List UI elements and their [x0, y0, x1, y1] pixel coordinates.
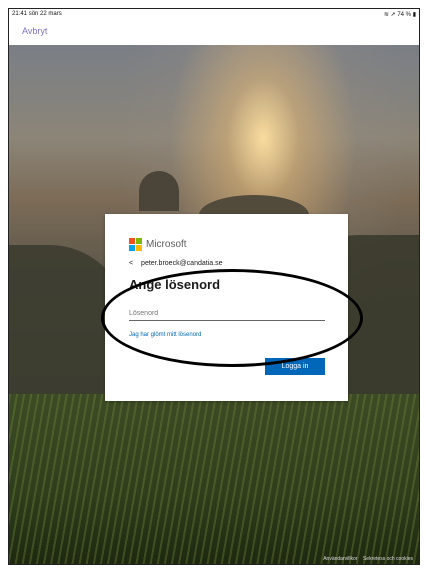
- back-arrow-icon[interactable]: <: [129, 260, 133, 267]
- wifi-icon: ≋: [383, 12, 389, 18]
- battery-icon: ▮: [412, 12, 416, 18]
- page-title: Ange lösenord: [129, 277, 221, 292]
- signin-button[interactable]: Logga in: [265, 358, 325, 375]
- status-time: 21:41: [12, 11, 28, 17]
- location-icon: ➚: [390, 12, 396, 18]
- sugarloaf-mountain: [139, 171, 179, 211]
- footer-link-terms[interactable]: Användarvillkor: [323, 556, 357, 562]
- microsoft-logo-icon: [129, 238, 142, 251]
- cancel-button[interactable]: Avbryt: [22, 26, 47, 36]
- screenshot-frame: 21:41 sön 22 mars ≋ ➚ 74 % ▮ Avbryt Anvä…: [8, 8, 420, 565]
- password-input[interactable]: [129, 306, 325, 321]
- account-email: peter.broeck@candatia.se: [141, 260, 223, 267]
- battery-percent: 74 %: [397, 12, 412, 18]
- signin-dialog: Microsoft < peter.broeck@candatia.se Ang…: [105, 214, 348, 401]
- brand-name: Microsoft: [146, 239, 187, 250]
- status-bar: 21:41 sön 22 mars ≋ ➚ 74 % ▮: [9, 9, 419, 21]
- forgot-password-link[interactable]: Jag har glömt mitt lösenord: [129, 332, 201, 338]
- nav-bar: Avbryt: [9, 21, 419, 45]
- grass-foreground: [9, 394, 419, 564]
- footer-link-privacy[interactable]: Sekretess och cookies: [363, 556, 413, 562]
- status-date: sön 22 mars: [28, 11, 62, 17]
- account-back-row[interactable]: < peter.broeck@candatia.se: [129, 260, 222, 267]
- footer-links: Användarvillkor Sekretess och cookies: [323, 556, 413, 562]
